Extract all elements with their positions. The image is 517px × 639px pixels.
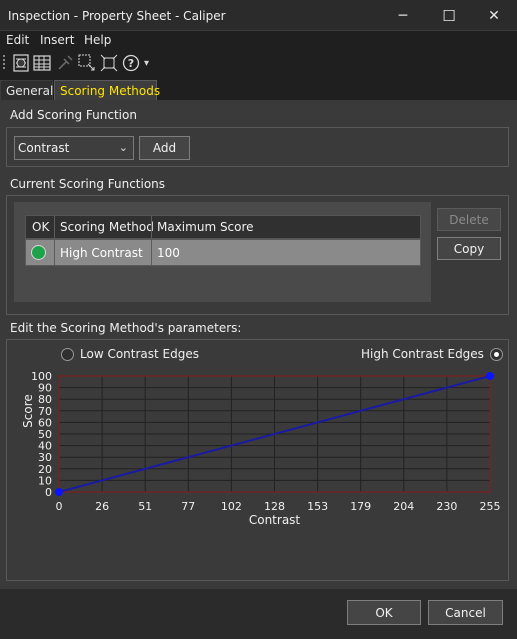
x-axis-ticks: 0 26 51 77 102 128 153 179 204 230 255 bbox=[56, 500, 501, 513]
y-axis-label: Score bbox=[21, 394, 35, 428]
x-tick-label: 255 bbox=[480, 500, 501, 513]
y-axis-ticks: 0102030405060708090100 bbox=[31, 370, 52, 499]
y-tick-label: 10 bbox=[38, 474, 52, 487]
y-tick-label: 40 bbox=[38, 440, 52, 453]
y-tick-label: 80 bbox=[38, 393, 52, 406]
x-tick-label: 230 bbox=[436, 500, 457, 513]
x-tick-label: 51 bbox=[138, 500, 152, 513]
y-tick-label: 60 bbox=[38, 416, 52, 429]
data-point[interactable] bbox=[55, 488, 63, 496]
data-point[interactable] bbox=[486, 372, 494, 380]
x-axis-label: Contrast bbox=[249, 513, 301, 527]
y-tick-label: 90 bbox=[38, 382, 52, 395]
x-tick-label: 179 bbox=[350, 500, 371, 513]
cancel-button[interactable]: Cancel bbox=[428, 600, 503, 625]
x-tick-label: 77 bbox=[181, 500, 195, 513]
score-chart: 0 26 51 77 102 128 153 179 204 230 255 01020304050… bbox=[21, 370, 501, 527]
ok-button[interactable]: OK bbox=[347, 600, 421, 625]
x-tick-label: 128 bbox=[264, 500, 285, 513]
y-tick-label: 100 bbox=[31, 370, 52, 383]
y-tick-label: 0 bbox=[45, 486, 52, 499]
x-tick-label: 204 bbox=[393, 500, 414, 513]
y-tick-label: 30 bbox=[38, 451, 52, 464]
y-tick-label: 20 bbox=[38, 463, 52, 476]
x-tick-label: 102 bbox=[221, 500, 242, 513]
x-tick-label: 26 bbox=[95, 500, 109, 513]
y-tick-label: 70 bbox=[38, 405, 52, 418]
y-tick-label: 50 bbox=[38, 428, 52, 441]
x-tick-label: 153 bbox=[307, 500, 328, 513]
x-tick-label: 0 bbox=[56, 500, 63, 513]
